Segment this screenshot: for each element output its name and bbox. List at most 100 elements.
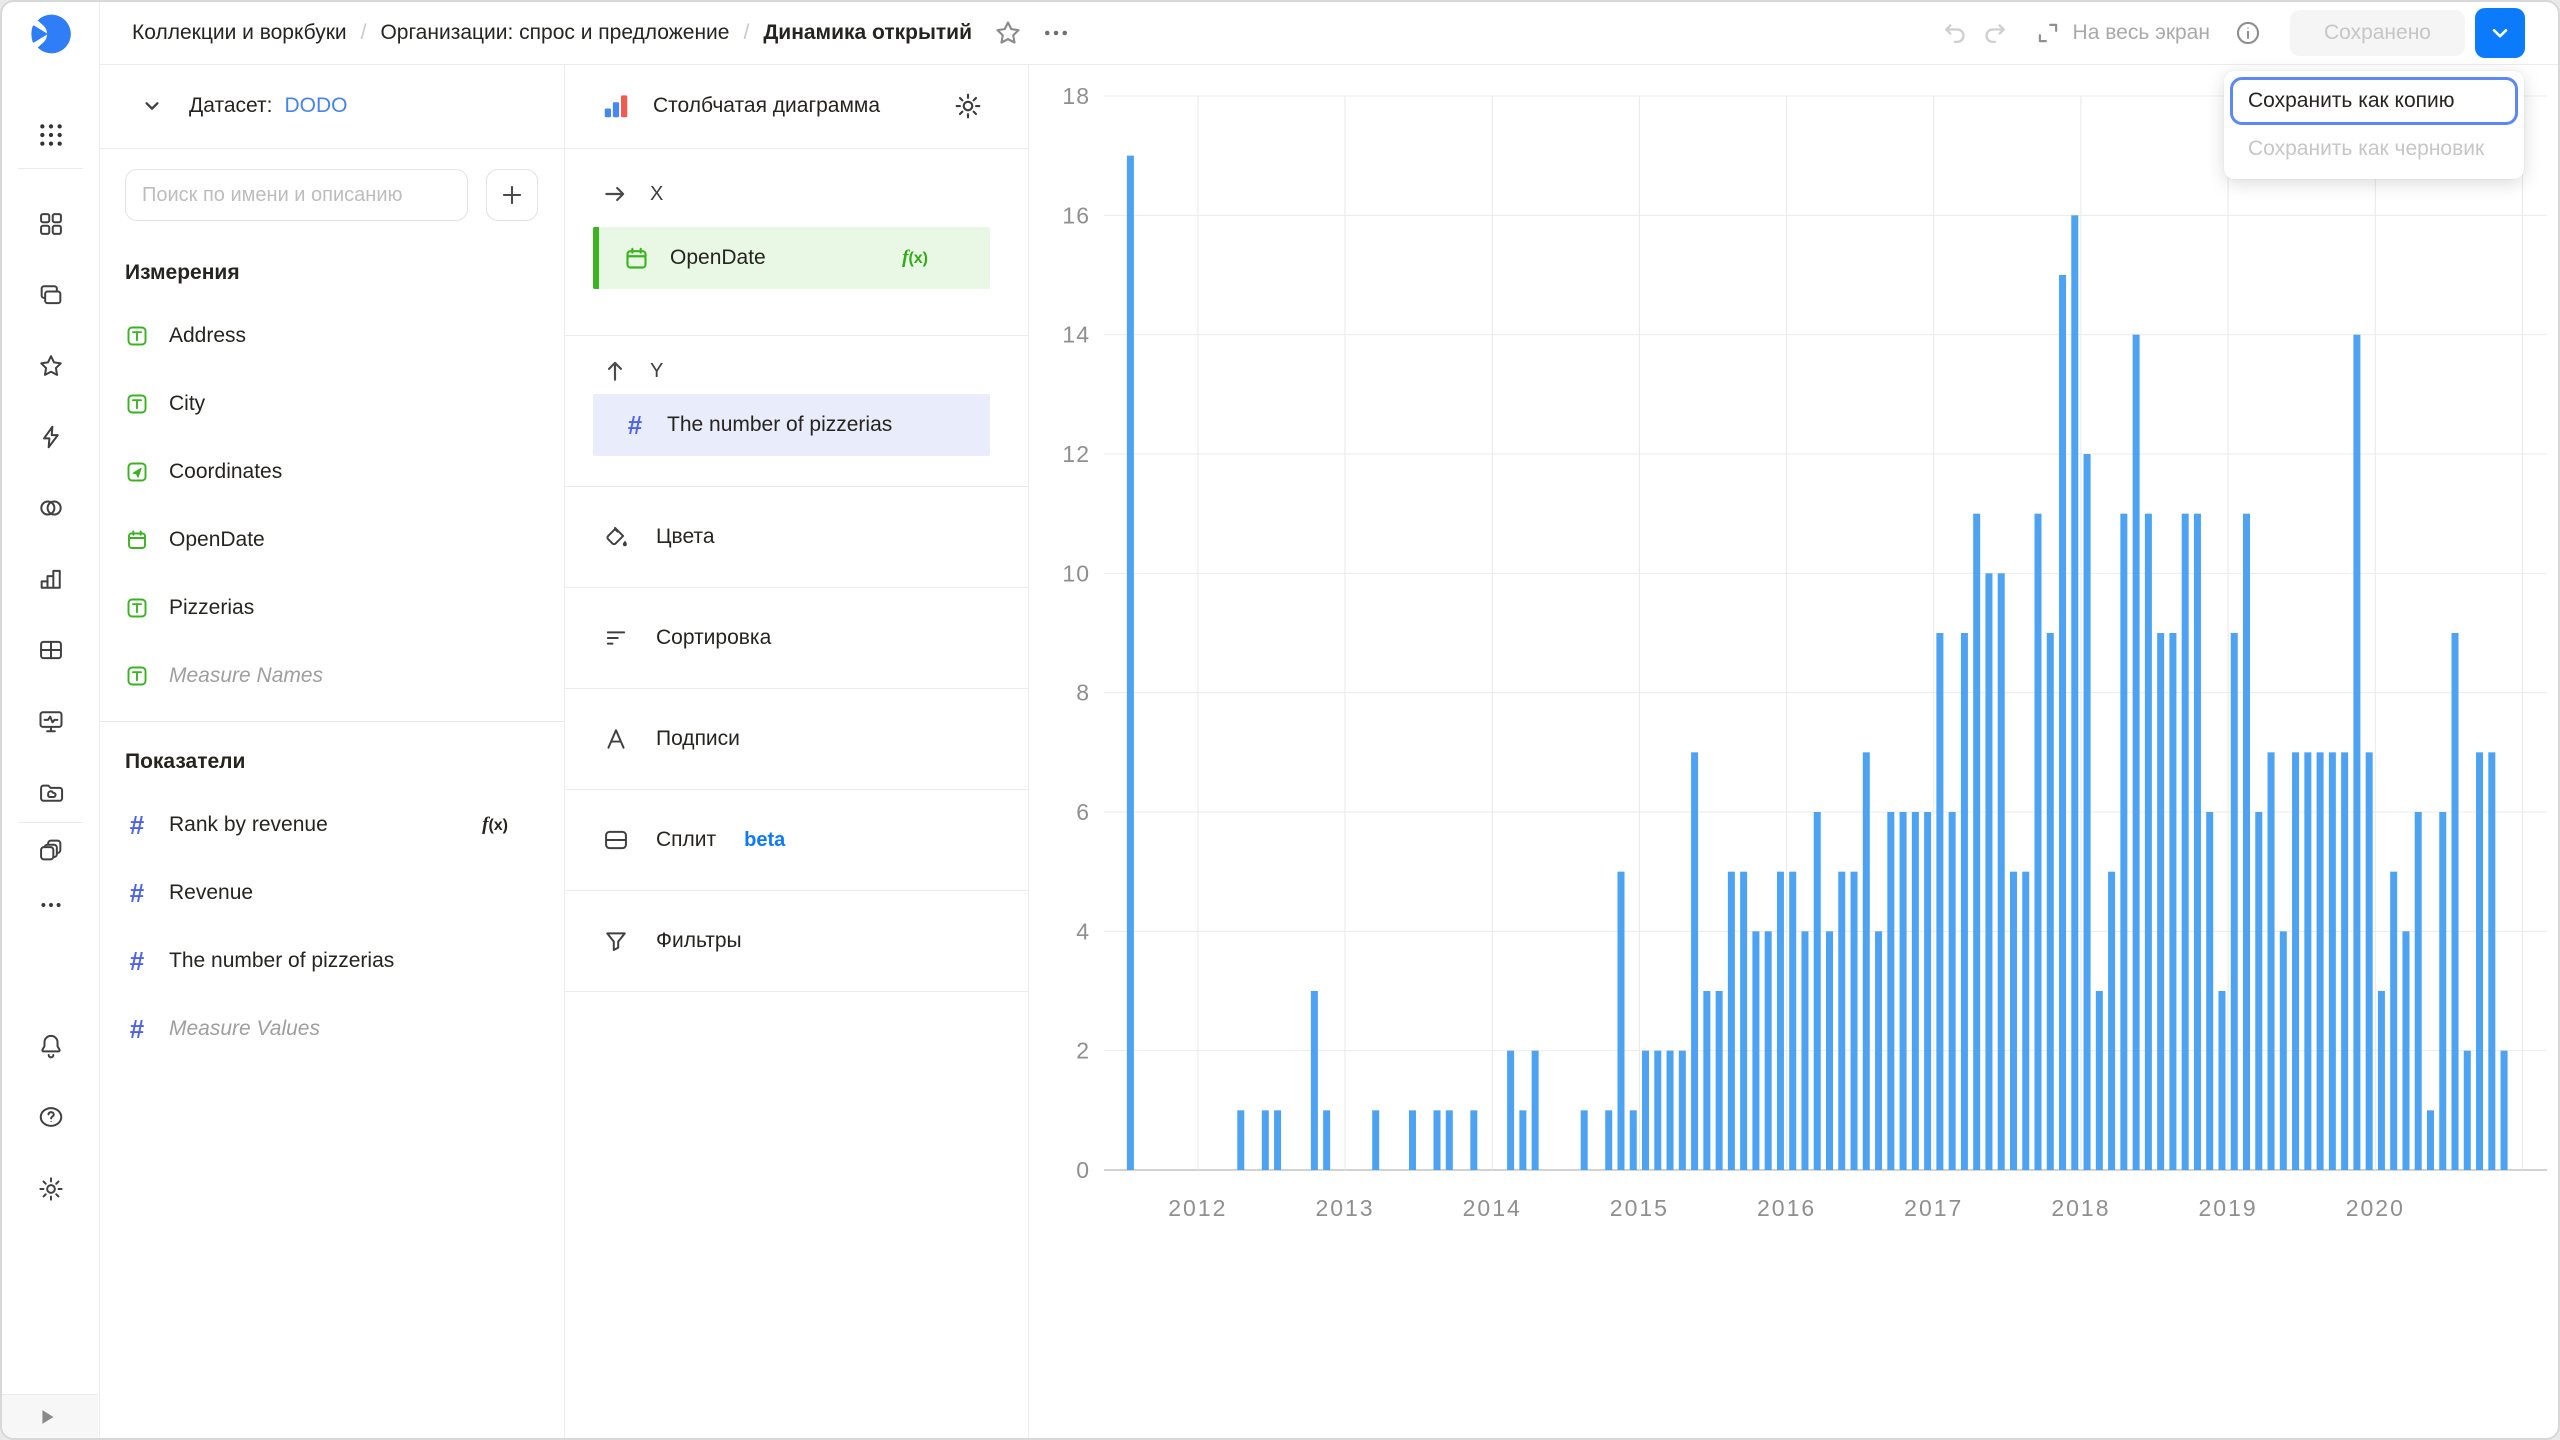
bar[interactable] [1716, 991, 1723, 1170]
bar[interactable] [2096, 991, 2103, 1170]
bar[interactable] [1617, 872, 1624, 1170]
field-item[interactable]: City [125, 381, 564, 427]
bar[interactable] [1642, 1051, 1649, 1170]
bar[interactable] [2243, 514, 2250, 1170]
bar[interactable] [2317, 752, 2324, 1170]
bar[interactable] [1740, 872, 1747, 1170]
field-item[interactable]: Address [125, 313, 564, 359]
bar[interactable] [2108, 872, 2115, 1170]
saved-button[interactable]: Сохранено [2290, 10, 2465, 56]
bar[interactable] [2182, 514, 2189, 1170]
bar[interactable] [1654, 1051, 1661, 1170]
bar[interactable] [2304, 752, 2311, 1170]
bar[interactable] [1262, 1110, 1269, 1170]
bar[interactable] [1924, 812, 1931, 1170]
bar[interactable] [2206, 812, 2213, 1170]
bar[interactable] [1973, 514, 1980, 1170]
field-item[interactable]: Pizzerias [125, 585, 564, 631]
bar[interactable] [2145, 514, 2152, 1170]
bar[interactable] [2268, 752, 2275, 1170]
relations-icon[interactable] [2, 484, 99, 532]
save-as-draft-menu-item[interactable]: Сохранить как черновик [2230, 125, 2518, 173]
bar[interactable] [1667, 1051, 1674, 1170]
bar[interactable] [2464, 1051, 2471, 1170]
charts-icon[interactable] [2, 555, 99, 603]
bar[interactable] [2452, 633, 2459, 1170]
bar[interactable] [2501, 1051, 2508, 1170]
bar[interactable] [2157, 633, 2164, 1170]
bar[interactable] [1679, 1051, 1686, 1170]
bar[interactable] [1863, 752, 1870, 1170]
config-row[interactable]: Сортировка [565, 588, 1028, 689]
bar[interactable] [2427, 1110, 2434, 1170]
bar[interactable] [1801, 931, 1808, 1170]
bar[interactable] [1519, 1110, 1526, 1170]
bar[interactable] [2084, 454, 2091, 1170]
bar[interactable] [2280, 931, 2287, 1170]
bar[interactable] [1470, 1110, 1477, 1170]
bar[interactable] [1237, 1110, 1244, 1170]
config-row[interactable]: Фильтры [565, 891, 1028, 992]
bar[interactable] [2353, 335, 2360, 1170]
bar[interactable] [2035, 514, 2042, 1170]
bar[interactable] [1274, 1110, 1281, 1170]
bar[interactable] [2255, 812, 2262, 1170]
bar[interactable] [1446, 1110, 1453, 1170]
bar[interactable] [2415, 812, 2422, 1170]
breadcrumb-workbook[interactable]: Организации: спрос и предложение [380, 21, 729, 45]
bar[interactable] [2231, 633, 2238, 1170]
dataset-name-link[interactable]: DODO [284, 94, 347, 118]
chart-type-label[interactable]: Столбчатая диаграмма [653, 94, 948, 118]
field-item[interactable]: #Measure Values [125, 1006, 564, 1052]
tables-icon[interactable] [2, 626, 99, 674]
x-field-chip[interactable]: OpenDate f(x) [593, 227, 990, 289]
save-as-copy-menu-item[interactable]: Сохранить как копию [2230, 77, 2518, 125]
bar[interactable] [2378, 991, 2385, 1170]
bar[interactable] [2169, 633, 2176, 1170]
bar[interactable] [1507, 1051, 1514, 1170]
bar[interactable] [1814, 812, 1821, 1170]
field-item[interactable]: #Rank by revenuef(x) [125, 802, 564, 848]
bar[interactable] [1949, 812, 1956, 1170]
add-field-button[interactable] [486, 169, 538, 221]
config-row[interactable]: Сплитbeta [565, 790, 1028, 891]
bar[interactable] [1912, 812, 1919, 1170]
bar[interactable] [1630, 1110, 1637, 1170]
play-icon[interactable] [36, 1406, 58, 1428]
apps-grid-icon[interactable] [2, 111, 99, 159]
bar[interactable] [1826, 931, 1833, 1170]
bar[interactable] [1752, 931, 1759, 1170]
bar[interactable] [1998, 573, 2005, 1170]
config-row[interactable]: Цвета [565, 487, 1028, 588]
bar[interactable] [1900, 812, 1907, 1170]
bar[interactable] [2133, 335, 2140, 1170]
dashboards-icon[interactable] [2, 200, 99, 248]
services-icon[interactable] [2, 826, 99, 874]
bar[interactable] [2476, 752, 2483, 1170]
bar[interactable] [1581, 1110, 1588, 1170]
redo-icon[interactable] [1975, 13, 2015, 53]
bar[interactable] [1372, 1110, 1379, 1170]
chart-settings-gear-icon[interactable] [948, 86, 988, 126]
bar[interactable] [1936, 633, 1943, 1170]
bar[interactable] [1532, 1051, 1539, 1170]
bar[interactable] [2329, 752, 2336, 1170]
bar[interactable] [2047, 633, 2054, 1170]
monitoring-icon[interactable] [2, 697, 99, 745]
bar[interactable] [1777, 872, 1784, 1170]
favorite-star-icon[interactable] [988, 13, 1028, 53]
bar[interactable] [2488, 752, 2495, 1170]
bar[interactable] [2390, 872, 2397, 1170]
functions-icon[interactable] [2, 413, 99, 461]
bar[interactable] [1691, 752, 1698, 1170]
y-field-chip[interactable]: # The number of pizzerias [593, 394, 990, 456]
bar[interactable] [2292, 752, 2299, 1170]
collections-icon[interactable] [2, 271, 99, 319]
favorites-icon[interactable] [2, 342, 99, 390]
bar[interactable] [1728, 872, 1735, 1170]
bar[interactable] [2402, 931, 2409, 1170]
bar[interactable] [1409, 1110, 1416, 1170]
field-item[interactable]: #The number of pizzerias [125, 938, 564, 984]
dataset-header[interactable]: Датасет: DODO [99, 64, 564, 149]
bar[interactable] [1434, 1110, 1441, 1170]
